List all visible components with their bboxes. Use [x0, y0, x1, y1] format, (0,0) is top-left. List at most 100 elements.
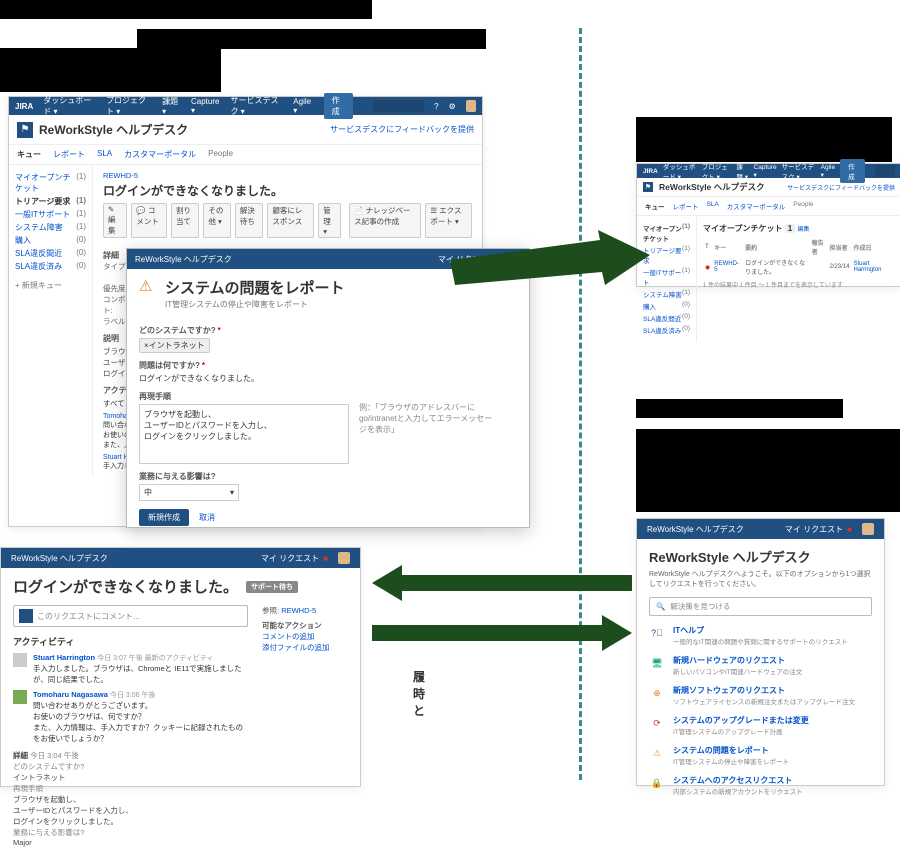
sidebar-item[interactable]: トリアージ要求(1): [15, 195, 86, 208]
issue-key-breadcrumb[interactable]: REWHD-5: [103, 171, 472, 180]
admin-button[interactable]: 管理 ▾: [318, 203, 341, 238]
arrow-to-queue: [450, 230, 650, 310]
tab-sla[interactable]: SLA: [707, 201, 719, 211]
customer-request-view: ReWorkStyle ヘルプデスク マイ リクエスト ■ ログインができなくな…: [0, 547, 361, 787]
nav-issues[interactable]: 課題 ▾: [736, 161, 748, 181]
tab-reports[interactable]: レポート: [673, 201, 699, 211]
sidebar-item[interactable]: システム障害(1): [15, 221, 86, 234]
annotation-cut: 履 時 と: [413, 668, 425, 719]
quick-search[interactable]: [875, 165, 895, 177]
sidebar-item[interactable]: SLA違反間近(0): [643, 312, 690, 324]
tab-people[interactable]: People: [208, 149, 233, 160]
help-icon[interactable]: ?: [434, 102, 438, 111]
notif-badge-icon[interactable]: ■: [847, 525, 852, 534]
tab-portal[interactable]: カスタマーポータル: [124, 149, 196, 160]
steps-textarea[interactable]: ブラウザを起動し、 ユーザーIDとパスワードを入力し、 ログインをクリックしまし…: [139, 404, 349, 464]
quick-search[interactable]: [373, 100, 424, 112]
nav-servicedesk[interactable]: サービスデスク ▾: [782, 161, 816, 181]
wait-button[interactable]: 解決待ち: [235, 203, 263, 238]
project-title: ReWorkStyle ヘルプデスク: [659, 181, 765, 193]
modal-breadcrumb[interactable]: ReWorkStyle ヘルプデスク: [135, 254, 232, 265]
jira-logo: JIRA: [643, 168, 658, 175]
nav-dashboard[interactable]: ダッシュボード ▾: [663, 161, 697, 181]
service-item[interactable]: ⟳システムのアップグレードまたは変更IT管理システムのアップグレード計画: [649, 715, 872, 736]
nav-capture[interactable]: Capture ▾: [754, 164, 777, 179]
nav-issues[interactable]: 課題 ▾: [162, 96, 181, 116]
service-item[interactable]: 🖥新規ハードウェアのリクエスト新しいパソコンやIT関連ハードウェアの注文: [649, 655, 872, 676]
sidebar-item[interactable]: 一般ITサポート(1): [643, 266, 690, 288]
portal-search[interactable]: 🔍解決策を見つける: [649, 597, 872, 616]
issue-toolbar: ✎ 編集 💬 コメント 割り当て その他 ▾ 解決待ち 顧客にレスポンス 管理 …: [103, 203, 472, 238]
action-add-attachment[interactable]: 添付ファイルの追加: [262, 642, 348, 653]
jira-logo: JIRA: [15, 102, 33, 111]
avatar-icon[interactable]: [466, 100, 476, 112]
queue-edit-link[interactable]: 編集: [797, 227, 809, 233]
arrow-to-portal: [372, 615, 632, 660]
nav-capture[interactable]: Capture ▾: [191, 97, 220, 115]
comment-button[interactable]: 💬 コメント: [131, 203, 167, 238]
action-add-comment[interactable]: コメントの追加: [262, 631, 348, 642]
nav-projects[interactable]: プロジェクト ▾: [702, 161, 732, 181]
my-requests-link[interactable]: マイ リクエスト: [261, 553, 319, 564]
system-tag-chip[interactable]: ×イントラネット: [139, 338, 210, 353]
notif-badge-icon[interactable]: ■: [323, 554, 328, 563]
nav-dashboard[interactable]: ダッシュボード ▾: [43, 95, 96, 117]
sidebar-item[interactable]: トリアージ要求(1): [643, 244, 690, 266]
nav-projects[interactable]: プロジェクト ▾: [106, 95, 152, 117]
project-logo-icon: ⚑: [643, 182, 653, 192]
tab-portal[interactable]: カスタマーポータル: [727, 201, 786, 211]
sidebar-item[interactable]: SLA違反済み(0): [643, 324, 690, 336]
feedback-link[interactable]: サービスデスクにフィードバックを提供: [787, 183, 895, 192]
service-item[interactable]: ⚠システムの問題をレポートIT管理システムの停止や障害をレポート: [649, 745, 872, 766]
tab-queues[interactable]: キュー: [645, 201, 665, 211]
tab-reports[interactable]: レポート: [53, 149, 85, 160]
assign-button[interactable]: 割り当て: [171, 203, 199, 238]
sidebar-item[interactable]: SLA違反間近(0): [15, 247, 86, 260]
avatar-icon[interactable]: [338, 552, 350, 564]
software-icon: ⊕: [649, 685, 665, 701]
my-requests-link[interactable]: マイ リクエスト: [785, 524, 843, 535]
impact-select[interactable]: 中▾: [139, 484, 239, 501]
service-item[interactable]: ⊕新規ソフトウェアのリクエストソフトウェアライセンスの新規注文またはアップグレー…: [649, 685, 872, 706]
act-tab-all[interactable]: すべて: [103, 398, 125, 409]
kb-button[interactable]: 📄 ナレッジベース記事の作成: [349, 203, 421, 238]
tab-people[interactable]: People: [793, 201, 813, 211]
nav-servicedesk[interactable]: サービスデスク ▾: [230, 95, 283, 117]
sidebar-item[interactable]: SLA違反済み(0): [15, 260, 86, 273]
edit-button[interactable]: ✎ 編集: [103, 203, 127, 238]
problem-input[interactable]: ログインができなくなりました。: [139, 373, 517, 384]
tab-queues[interactable]: キュー: [17, 149, 41, 160]
black-block: [636, 429, 900, 512]
black-block: [0, 0, 372, 19]
respond-button[interactable]: 顧客にレスポンス: [267, 203, 314, 238]
ref-link[interactable]: REWHD-5: [281, 606, 316, 615]
sidebar-item[interactable]: マイオープンチケット(1): [15, 171, 86, 195]
table-row[interactable]: ◉REWHD-5ログインができなくなりました。2/23/14Stuart Har…: [703, 257, 895, 277]
create-button[interactable]: 作成: [324, 93, 354, 119]
jira-top-nav: JIRA ダッシュボード ▾ プロジェクト ▾ 課題 ▾ Capture ▾ サ…: [9, 97, 482, 115]
sidebar-item[interactable]: システム障害(1): [643, 288, 690, 300]
submit-button[interactable]: 新規作成: [139, 509, 189, 526]
more-button[interactable]: その他 ▾: [203, 203, 230, 238]
sidebar-item[interactable]: 一般ITサポート(1): [15, 208, 86, 221]
sidebar-item[interactable]: 購入(0): [15, 234, 86, 247]
sidebar-item[interactable]: マイオープンチケット(1): [643, 222, 690, 244]
modal-subtitle: IT管理システムの停止や障害をレポート: [165, 299, 345, 310]
steps-hint: 例：「ブラウザのアドレスバーにgo/intranetと入力してエラーメッセージを…: [359, 402, 499, 435]
queue-result-count: 1 件の結果中 1 件目 ～ 1 件目までを表示しています: [703, 280, 895, 289]
feedback-link[interactable]: サービスデスクにフィードバックを提供: [330, 124, 474, 135]
comment-input[interactable]: このリクエストにコメント...: [13, 605, 248, 627]
service-item[interactable]: ?⃝ITヘルプ一般的なIT関連の問題や質問に関するサポートのリクエスト: [649, 625, 872, 646]
sidebar-item[interactable]: 購入(0): [643, 300, 690, 312]
nav-agile[interactable]: Agile ▾: [293, 97, 313, 115]
avatar-icon[interactable]: [862, 523, 874, 535]
add-queue-link[interactable]: + 新規キュー: [15, 279, 86, 292]
portal-name[interactable]: ReWorkStyle ヘルプデスク: [11, 553, 108, 564]
cancel-button[interactable]: 取消: [195, 509, 219, 526]
nav-agile[interactable]: Agile ▾: [821, 164, 835, 179]
tab-sla[interactable]: SLA: [97, 149, 112, 160]
portal-name[interactable]: ReWorkStyle ヘルプデスク: [647, 524, 744, 535]
create-button[interactable]: 作成: [840, 159, 865, 183]
gear-icon[interactable]: ⚙: [449, 102, 456, 111]
queue-table: Tキー要約報告者担当者作成日 ◉REWHD-5ログインができなくなりました。2/…: [703, 237, 895, 277]
